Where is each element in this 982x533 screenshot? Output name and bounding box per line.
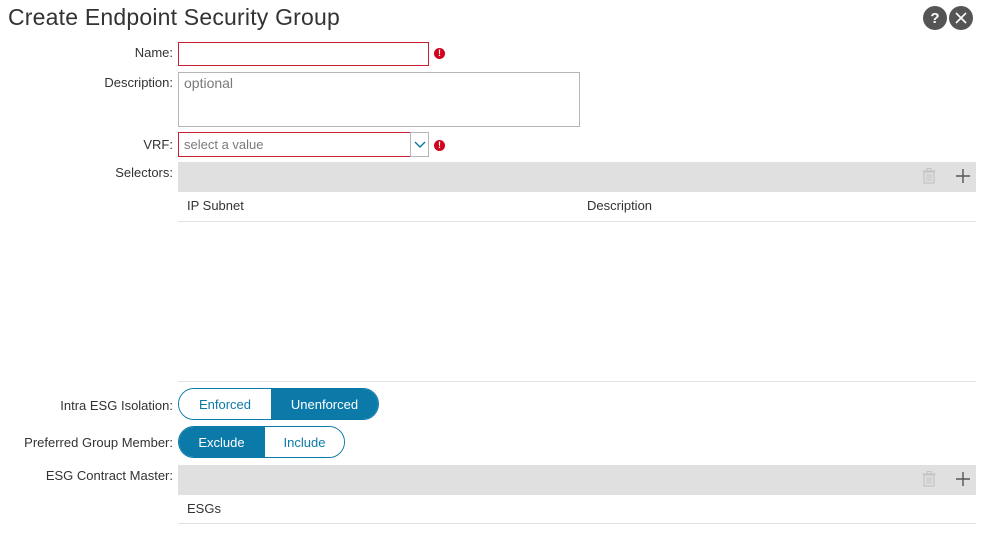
plus-icon[interactable] (956, 472, 970, 486)
description-label: Description: (104, 75, 173, 90)
name-input[interactable] (178, 42, 429, 66)
description-input[interactable]: optional (178, 72, 580, 127)
vrf-error-icon: ! (434, 140, 445, 151)
column-header-esgs[interactable]: ESGs (187, 501, 221, 516)
esg-contract-master-toolbar (178, 465, 976, 495)
intra-esg-isolation-toggle: Enforced Unenforced (178, 388, 379, 420)
close-icon[interactable] (949, 6, 973, 30)
selectors-header-divider (178, 221, 976, 222)
name-error-icon: ! (434, 48, 445, 59)
selectors-label: Selectors: (115, 165, 173, 180)
help-icon[interactable]: ? (923, 6, 947, 30)
esg-contract-master-label: ESG Contract Master: (45, 468, 173, 483)
dialog-title: Create Endpoint Security Group (8, 4, 341, 30)
trash-icon[interactable] (922, 471, 936, 487)
plus-icon[interactable] (956, 169, 970, 183)
enforced-option[interactable]: Enforced (179, 389, 271, 419)
include-option[interactable]: Include (264, 427, 344, 457)
selectors-toolbar (178, 162, 976, 192)
chevron-down-icon (414, 141, 425, 148)
preferred-group-member-label: Preferred Group Member: (24, 435, 173, 450)
trash-icon[interactable] (922, 168, 936, 184)
intra-esg-isolation-label: Intra ESG Isolation: (60, 398, 173, 413)
vrf-placeholder: select a value (184, 137, 264, 152)
description-placeholder: optional (184, 75, 234, 91)
unenforced-option[interactable]: Unenforced (271, 389, 378, 419)
selectors-bottom-divider (178, 381, 976, 382)
column-header-ip-subnet[interactable]: IP Subnet (187, 198, 244, 213)
exclude-option[interactable]: Exclude (179, 427, 264, 457)
name-label: Name: (134, 45, 173, 60)
vrf-select[interactable]: select a value (178, 132, 411, 157)
column-header-description[interactable]: Description (587, 198, 652, 213)
vrf-dropdown-button[interactable] (410, 132, 429, 157)
vrf-label: VRF: (143, 137, 173, 152)
preferred-group-member-toggle: Exclude Include (178, 426, 345, 458)
esg-contract-header-divider (178, 523, 976, 524)
